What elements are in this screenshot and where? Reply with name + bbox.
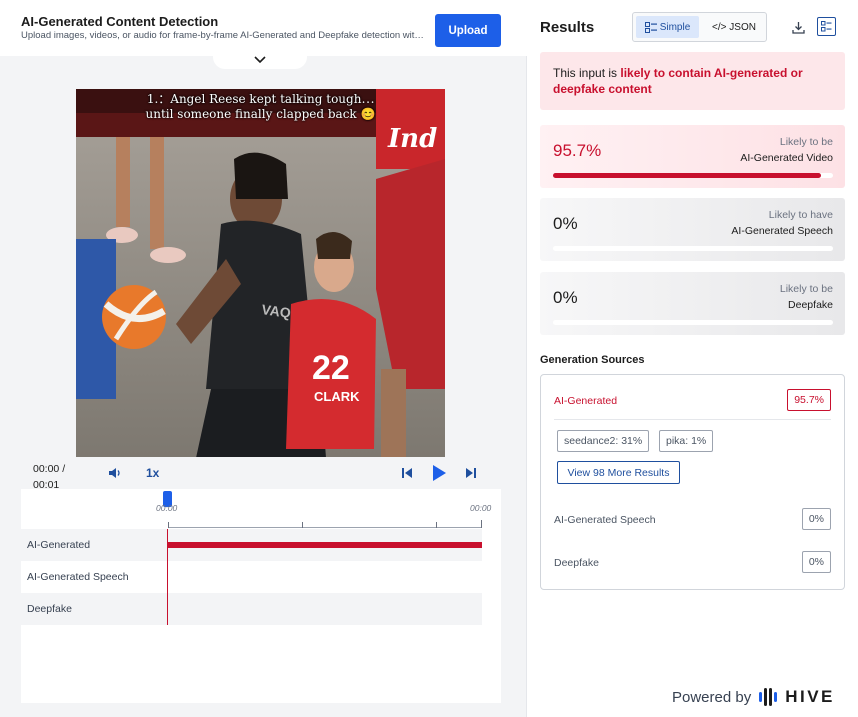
- score-card-deepfake: 0% Likely to be Deepfake: [540, 272, 845, 335]
- view-json-button[interactable]: </> JSON: [703, 16, 765, 38]
- upload-button[interactable]: Upload: [435, 14, 501, 47]
- player-controls: 00:00 / 00:01 1x: [21, 457, 501, 491]
- list-view-icon: [644, 21, 657, 33]
- score-card-ai-speech: 0% Likely to have AI-Generated Speech: [540, 198, 845, 261]
- video-frame: Ind VAQUIN 22 CLARK: [76, 89, 445, 458]
- score-bar: [553, 246, 833, 251]
- chevron-down-icon: [254, 55, 266, 63]
- video-preview[interactable]: Ind VAQUIN 22 CLARK 1.：Angel Reese kept …: [76, 89, 445, 458]
- ruler-tick: [168, 522, 169, 528]
- track-ai-generated: AI-Generated: [21, 529, 482, 561]
- track-deepfake: Deepfake: [21, 593, 482, 625]
- score-percent: 0%: [553, 214, 578, 233]
- media-pane: AI-Generated Content Detection Upload im…: [0, 0, 527, 717]
- video-caption: 1.：Angel Reese kept talking tough⋯ until…: [145, 92, 376, 121]
- ruler-line: [168, 527, 482, 528]
- ruler-tick: [436, 522, 437, 528]
- results-pane: Results Simple </> JSON This input is li…: [528, 0, 858, 717]
- playhead[interactable]: [167, 529, 168, 625]
- generation-sources-title: Generation Sources: [540, 354, 645, 366]
- source-speech-value: 0%: [801, 508, 831, 530]
- top-bar: AI-Generated Content Detection Upload im…: [0, 0, 527, 56]
- playback-speed[interactable]: 1x: [146, 466, 159, 480]
- score-card-ai-video: 95.7% Likely to be AI-Generated Video: [540, 125, 845, 188]
- svg-text:Ind: Ind: [387, 124, 437, 154]
- powered-by: Powered by HIVE: [672, 687, 835, 706]
- play-icon[interactable]: [429, 463, 449, 483]
- ruler-tick: [481, 520, 482, 528]
- source-chip: pika: 1%: [659, 430, 714, 452]
- score-percent: 95.7%: [553, 141, 602, 160]
- results-title: Results: [540, 19, 595, 36]
- ruler-end-label: 00:00: [470, 503, 492, 513]
- source-deepfake-value: 0%: [801, 551, 831, 573]
- volume-icon[interactable]: [107, 465, 123, 481]
- source-ai-generated-value: 95.7%: [787, 389, 831, 411]
- source-speech-label: AI-Generated Speech: [554, 514, 656, 526]
- score-percent: 0%: [553, 288, 578, 307]
- generation-sources-panel: AI-Generated 95.7% seedance2: 31% pika: …: [540, 374, 845, 590]
- page-title: AI-Generated Content Detection: [21, 14, 219, 29]
- skip-forward-icon[interactable]: [463, 465, 479, 481]
- ruler-tick: [302, 522, 303, 528]
- ruler-start-label: 00:00: [156, 503, 178, 513]
- divider: [554, 419, 831, 420]
- verdict-banner: This input is likely to contain AI-gener…: [540, 52, 845, 110]
- score-bar-fill: [553, 173, 821, 178]
- media-player: 00:00 / 00:01 1x 00:00 00:00 AI-Generate…: [21, 457, 501, 703]
- track-bar-ai-generated: [168, 542, 482, 548]
- source-chip: seedance2: 31%: [557, 430, 650, 452]
- source-ai-generated-label: AI-Generated: [554, 395, 618, 407]
- score-bar: [553, 173, 833, 178]
- view-more-results-button[interactable]: View 98 More Results: [557, 461, 680, 484]
- hive-logo-icon: [759, 688, 778, 706]
- source-deepfake-label: Deepfake: [554, 557, 599, 569]
- skip-back-icon[interactable]: [399, 465, 415, 481]
- layout-icon[interactable]: [817, 17, 836, 36]
- page-subtitle: Upload images, videos, or audio for fram…: [21, 30, 427, 41]
- collapse-toggle[interactable]: [213, 50, 307, 69]
- timeline-ruler[interactable]: 00:00 00:00: [21, 489, 501, 529]
- code-icon: </>: [712, 21, 730, 33]
- jersey-number: 22: [312, 349, 350, 387]
- jersey-name: CLARK: [314, 389, 360, 404]
- score-bar: [553, 320, 833, 325]
- view-simple-button[interactable]: Simple: [636, 16, 699, 38]
- track-ai-speech: AI-Generated Speech: [27, 571, 129, 583]
- download-icon[interactable]: [788, 17, 808, 37]
- hive-brand: HIVE: [785, 687, 835, 706]
- view-toggle: Simple </> JSON: [632, 12, 767, 42]
